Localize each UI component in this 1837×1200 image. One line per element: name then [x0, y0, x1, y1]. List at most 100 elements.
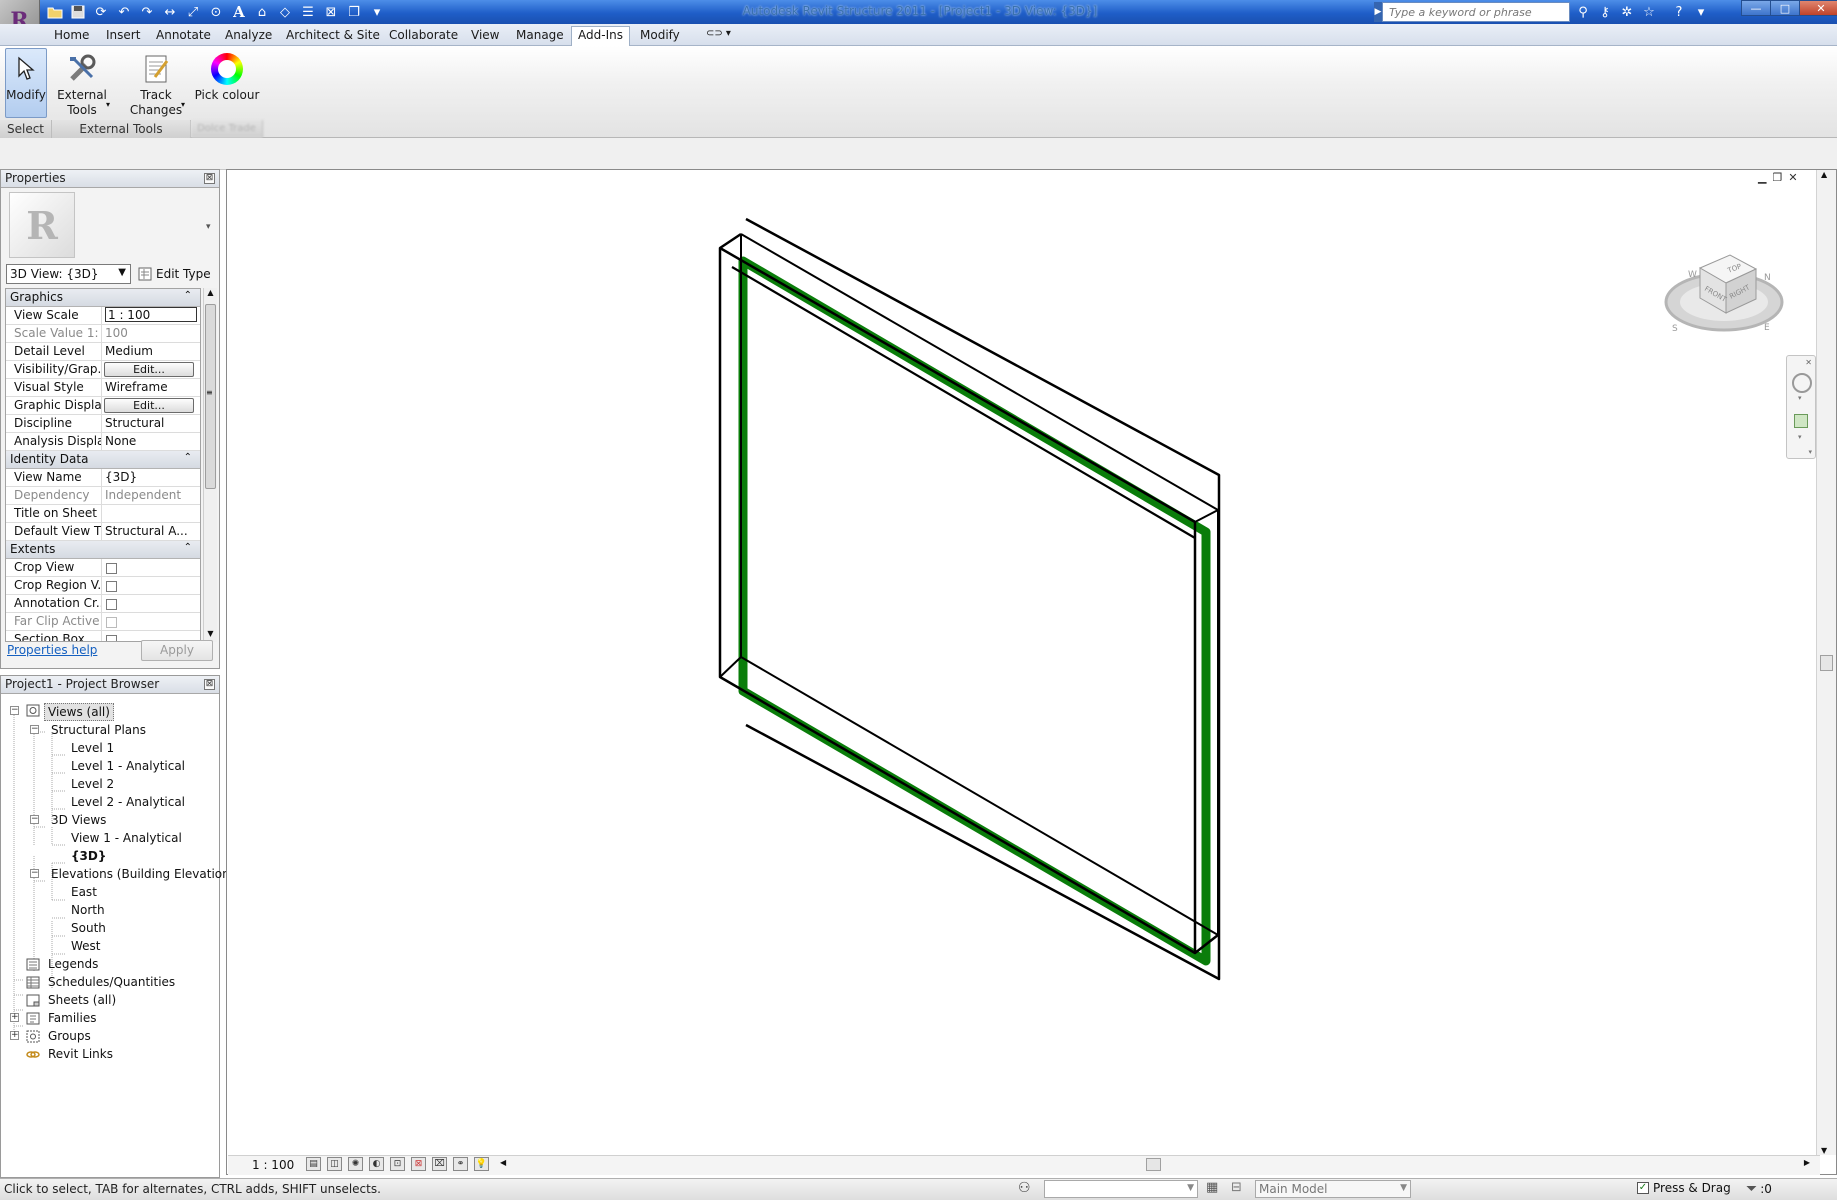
- group-graphics[interactable]: Graphics ⌃: [6, 289, 200, 307]
- view-scale-field[interactable]: 1 : 100: [105, 307, 197, 322]
- visual-style-icon[interactable]: ◫: [327, 1157, 342, 1171]
- external-tools-button[interactable]: External Tools: [56, 49, 108, 118]
- group-extents[interactable]: Extents ⌃: [6, 541, 200, 559]
- tree-level-1[interactable]: Level 1: [71, 739, 114, 757]
- sun-path-icon[interactable]: ✺: [348, 1157, 363, 1171]
- collapse-icon[interactable]: ⌃: [184, 542, 192, 553]
- tree-groups[interactable]: Groups: [48, 1027, 91, 1045]
- reveal-hidden-icon[interactable]: 💡: [474, 1157, 489, 1171]
- close-hidden-windows-icon[interactable]: ⊠: [322, 3, 340, 21]
- maximize-button[interactable]: □: [1770, 0, 1800, 16]
- default-3d-view-icon[interactable]: ⌂: [253, 3, 271, 21]
- tree-west[interactable]: West: [71, 937, 101, 955]
- crop-view-checkbox[interactable]: [106, 563, 117, 574]
- type-selector-expand-icon[interactable]: ▾: [206, 222, 211, 232]
- tree-level-2-analytical[interactable]: Level 2 - Analytical: [71, 793, 185, 811]
- tab-architect-site[interactable]: Architect & Site: [280, 27, 386, 45]
- minimize-button[interactable]: —: [1741, 0, 1771, 16]
- prop-value[interactable]: Wireframe: [102, 379, 200, 396]
- binoculars-icon[interactable]: ⚲: [1574, 3, 1592, 21]
- shadows-icon[interactable]: ◐: [369, 1157, 384, 1171]
- vscroll-down-icon[interactable]: ▼: [1821, 1146, 1827, 1155]
- tree-families[interactable]: Families: [48, 1009, 96, 1027]
- expand-groups-icon[interactable]: +: [10, 1031, 19, 1040]
- workset-dropdown[interactable]: ▼: [1044, 1180, 1198, 1198]
- collapse-icon[interactable]: ⌃: [184, 452, 192, 463]
- text-icon[interactable]: A: [230, 3, 248, 21]
- search-expand-icon[interactable]: ▶: [1374, 2, 1382, 22]
- apply-button[interactable]: Apply: [141, 640, 213, 661]
- tree-level-1-analytical[interactable]: Level 1 - Analytical: [71, 757, 185, 775]
- type-selector-dropdown[interactable]: 3D View: {3D} ▼: [6, 264, 131, 284]
- communication-icon[interactable]: ✲: [1618, 3, 1636, 21]
- graphic-display-edit-button[interactable]: Edit...: [104, 398, 194, 413]
- tab-analyze[interactable]: Analyze: [219, 27, 278, 45]
- track-changes-button[interactable]: Track Changes: [127, 49, 185, 118]
- zoom-dropdown-icon[interactable]: ▾: [1798, 433, 1802, 441]
- tree-legends[interactable]: Legends: [48, 955, 98, 973]
- tree-elevations[interactable]: Elevations (Building Elevation): [51, 865, 234, 883]
- browser-close-icon[interactable]: ⊠: [204, 679, 215, 690]
- edit-type-button[interactable]: Edit Type: [138, 264, 211, 284]
- help-dropdown-icon[interactable]: ▾: [1692, 3, 1710, 21]
- switch-windows-icon[interactable]: ❐: [345, 3, 363, 21]
- tree-3d-views[interactable]: 3D Views: [51, 811, 106, 829]
- tree-level-2[interactable]: Level 2: [71, 775, 114, 793]
- tab-home[interactable]: Home: [48, 27, 95, 45]
- tree-schedules[interactable]: Schedules/Quantities: [48, 973, 175, 991]
- crop-region-checkbox[interactable]: [106, 581, 117, 592]
- tab-add-ins[interactable]: Add-Ins: [571, 26, 630, 46]
- detail-level-icon[interactable]: ▤: [306, 1157, 321, 1171]
- steering-wheel-icon[interactable]: [1792, 373, 1812, 393]
- close-button[interactable]: ✕: [1799, 0, 1837, 16]
- navbar-options-icon[interactable]: ▾: [1808, 448, 1812, 456]
- favorites-star-icon[interactable]: ☆: [1640, 3, 1658, 21]
- tab-insert[interactable]: Insert: [100, 27, 146, 45]
- tab-collaborate[interactable]: Collaborate: [383, 27, 464, 45]
- properties-scrollbar[interactable]: ▲ ≡ ▼: [203, 288, 217, 642]
- checkbox-checked-icon[interactable]: ✓: [1637, 1182, 1649, 1194]
- prop-value[interactable]: Structural: [102, 415, 200, 432]
- pick-colour-button[interactable]: Pick colour: [194, 49, 260, 103]
- temporary-hide-icon[interactable]: ⚭: [453, 1157, 468, 1171]
- tree-3d-view-current[interactable]: {3D}: [71, 847, 106, 865]
- tree-east[interactable]: East: [71, 883, 97, 901]
- filter-funnel-icon[interactable]: ⏷: [1746, 1181, 1757, 1197]
- properties-close-icon[interactable]: ⊠: [204, 173, 215, 184]
- vscroll-up-icon[interactable]: ▲: [1821, 170, 1827, 179]
- collapse-elevations-icon[interactable]: −: [30, 869, 39, 878]
- tree-views-all[interactable]: Views (all): [44, 703, 114, 721]
- tag-icon[interactable]: ⊙: [207, 3, 225, 21]
- visibility-edit-button[interactable]: Edit...: [104, 362, 194, 377]
- editable-only-icon[interactable]: ▦: [1206, 1180, 1218, 1195]
- annotation-crop-checkbox[interactable]: [106, 599, 117, 610]
- prop-value[interactable]: {3D}: [102, 469, 200, 486]
- external-tools-dropdown-icon[interactable]: ▾: [106, 100, 110, 109]
- analytical-beam-frame[interactable]: [738, 256, 1211, 966]
- track-changes-dropdown-icon[interactable]: ▾: [181, 100, 185, 109]
- properties-help-link[interactable]: Properties help: [7, 643, 97, 657]
- tree-revit-links[interactable]: Revit Links: [48, 1045, 113, 1063]
- open-icon[interactable]: [46, 3, 64, 21]
- ribbon-minimize-icon[interactable]: ⊂⊃ ▾: [700, 27, 737, 45]
- qat-dropdown-icon[interactable]: ▾: [368, 3, 386, 21]
- collapse-structural-plans-icon[interactable]: −: [30, 725, 39, 734]
- hscroll-left-icon[interactable]: ◀: [500, 1158, 506, 1167]
- tab-annotate[interactable]: Annotate: [150, 27, 217, 45]
- section-box-checkbox[interactable]: [106, 635, 117, 641]
- viewport-horizontal-scrollbar[interactable]: ◀ ▶: [500, 1158, 1810, 1172]
- worksharing-icon[interactable]: ⚇: [1018, 1180, 1031, 1196]
- measure-icon[interactable]: ↔: [161, 3, 179, 21]
- tab-manage[interactable]: Manage: [510, 27, 570, 45]
- tab-modify[interactable]: Modify: [634, 27, 686, 45]
- prop-view-scale-input[interactable]: 1 : 100: [102, 307, 200, 324]
- selection-filter[interactable]: ⏷ :0: [1746, 1181, 1772, 1197]
- prop-value[interactable]: [102, 505, 200, 522]
- redo-icon[interactable]: ↷: [138, 3, 156, 21]
- tree-north[interactable]: North: [71, 901, 105, 919]
- viewcube[interactable]: TOP FRONT RIGHT N W E S: [1660, 235, 1790, 345]
- prop-value[interactable]: Structural A...: [102, 523, 200, 540]
- view-scale-control[interactable]: 1 : 100: [252, 1158, 294, 1172]
- search-input[interactable]: Type a keyword or phrase: [1382, 2, 1570, 22]
- press-drag-toggle[interactable]: ✓ Press & Drag: [1637, 1181, 1731, 1195]
